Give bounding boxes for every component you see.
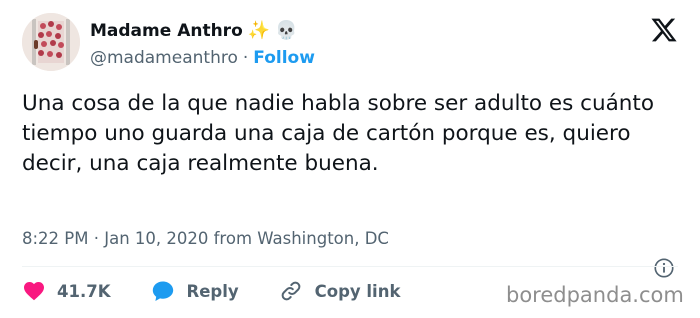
avatar[interactable]	[22, 13, 80, 71]
tweet-text: Una cosa de la que nadie habla sobre ser…	[22, 91, 654, 176]
like-button[interactable]: 41.7K	[22, 279, 111, 303]
watermark: boredpanda.com	[506, 283, 684, 307]
follow-button[interactable]: Follow	[253, 48, 315, 68]
author-name-row: Madame Anthro ✨ 💀	[90, 18, 298, 44]
action-bar: 41.7K Reply Copy link	[22, 279, 400, 303]
separator-dot: ·	[242, 48, 249, 68]
x-logo-icon[interactable]	[650, 16, 678, 44]
skull-emoji: 💀	[275, 20, 298, 41]
copy-link-button[interactable]: Copy link	[279, 279, 401, 303]
like-count: 41.7K	[57, 281, 111, 301]
tweet-timestamp[interactable]: 8:22 PM · Jan 10, 2020 from Washington, …	[22, 229, 389, 248]
author-handle[interactable]: @madameanthro	[90, 48, 238, 68]
avatar-image	[22, 13, 80, 71]
tweet-card: Madame Anthro ✨ 💀 @madameanthro · Follow…	[0, 0, 700, 318]
copy-link-label: Copy link	[314, 281, 401, 301]
reply-button[interactable]: Reply	[151, 279, 239, 303]
author-handle-row: @madameanthro · Follow	[90, 48, 315, 68]
divider	[22, 266, 678, 267]
speech-bubble-icon	[152, 281, 173, 301]
sparkles-emoji: ✨	[247, 20, 271, 41]
link-icon	[281, 281, 300, 301]
reply-label: Reply	[186, 281, 239, 301]
info-icon[interactable]	[653, 257, 675, 279]
author-display-name[interactable]: Madame Anthro	[90, 21, 243, 41]
heart-icon	[24, 282, 44, 301]
